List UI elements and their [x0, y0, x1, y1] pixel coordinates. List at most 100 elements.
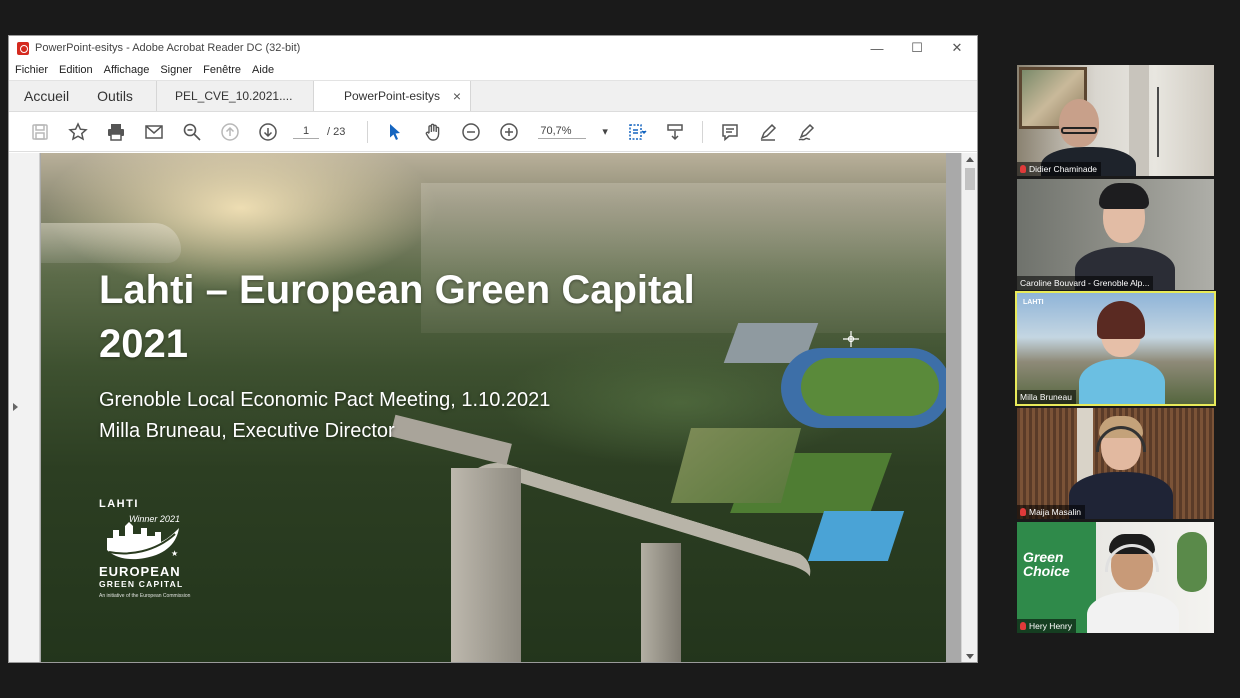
- page-number-input[interactable]: 1: [293, 125, 319, 139]
- ski-jump-pillar-graphic: [641, 543, 681, 662]
- comment-icon: [722, 123, 738, 141]
- slide-page: Lahti – European Green Capital 2021 Gren…: [41, 153, 946, 662]
- page-navigator: 1 / 23: [293, 125, 345, 139]
- menu-edition[interactable]: Edition: [59, 64, 93, 76]
- menu-affichage[interactable]: Affichage: [104, 64, 150, 76]
- expand-panel-icon[interactable]: [13, 403, 18, 411]
- participant-name: Hery Henry: [1029, 621, 1072, 631]
- scroll-down-icon[interactable]: [966, 654, 974, 659]
- close-button[interactable]: ✕: [937, 36, 977, 60]
- slide-title-line: 2021: [99, 322, 188, 367]
- participant-tile[interactable]: Maija Masalin: [1017, 408, 1214, 519]
- tab-outils[interactable]: Outils: [97, 88, 133, 104]
- lake-photo-area: [41, 223, 181, 263]
- zoom-out-button[interactable]: [452, 117, 490, 147]
- tab-bar: Accueil Outils PEL_CVE_10.2021.... Power…: [9, 80, 977, 112]
- cursor-arrow-icon: [390, 123, 401, 140]
- ski-jump-tower-graphic: [451, 468, 521, 662]
- participant-tile[interactable]: Didier Chaminade: [1017, 65, 1214, 176]
- bookmark-button[interactable]: [59, 117, 97, 147]
- menu-fenetre[interactable]: Fenêtre: [203, 64, 241, 76]
- page-view-button[interactable]: [618, 117, 656, 147]
- participant-name-tag: Didier Chaminade: [1017, 162, 1102, 176]
- minimize-button[interactable]: —: [857, 36, 897, 60]
- scroll-thumb[interactable]: [965, 168, 975, 190]
- next-page-button[interactable]: [249, 117, 287, 147]
- swimming-pool-graphic: [807, 511, 905, 561]
- save-icon: [32, 123, 48, 140]
- coat-rack: [1157, 87, 1183, 157]
- zoom-in-button[interactable]: [490, 117, 528, 147]
- window-controls: — ☐ ✕: [857, 36, 977, 60]
- muted-mic-icon: [1020, 165, 1026, 173]
- participant-head: [1059, 99, 1099, 147]
- tab-document-powerpoint-label: PowerPoint-esitys: [344, 89, 441, 103]
- print-button[interactable]: [97, 117, 135, 147]
- screen: PowerPoint-esitys - Adobe Acrobat Reader…: [0, 0, 1240, 698]
- muted-mic-icon: [1020, 622, 1026, 630]
- scroll-mode-button[interactable]: [656, 117, 694, 147]
- hand-icon: [426, 123, 440, 141]
- participant-name: Caroline Bouvard - Grenoble Alp...: [1020, 278, 1150, 288]
- logo-european: EUROPEAN: [99, 564, 181, 579]
- menu-fichier[interactable]: Fichier: [15, 64, 48, 76]
- sign-button[interactable]: [787, 117, 825, 147]
- email-button[interactable]: [135, 117, 173, 147]
- window-title: PowerPoint-esitys - Adobe Acrobat Reader…: [35, 42, 301, 54]
- acrobat-window: PowerPoint-esitys - Adobe Acrobat Reader…: [8, 35, 978, 663]
- zoom-dropdown[interactable]: 70,7% ▾: [538, 125, 608, 139]
- maximize-button[interactable]: ☐: [897, 36, 937, 60]
- tab-document-pel[interactable]: PEL_CVE_10.2021....: [157, 81, 314, 111]
- participant-name: Didier Chaminade: [1029, 164, 1098, 174]
- tab-document-powerpoint[interactable]: PowerPoint-esitys ×: [314, 81, 471, 111]
- tab-accueil[interactable]: Accueil: [24, 88, 69, 104]
- slide-subtitle-line: Grenoble Local Economic Pact Meeting, 1.…: [99, 389, 551, 411]
- tab-close-icon[interactable]: ×: [453, 88, 461, 104]
- signature-pen-icon: [798, 123, 814, 141]
- toolbar: 1 / 23 70,7% ▾: [9, 112, 977, 152]
- muted-mic-icon: [1020, 508, 1026, 516]
- search-button[interactable]: [173, 117, 211, 147]
- participant-hair: [1099, 183, 1149, 209]
- acrobat-logo-icon: [17, 41, 29, 55]
- slide-subtitle-line: Milla Bruneau, Executive Director: [99, 420, 395, 442]
- toolbar-divider: [367, 120, 369, 143]
- comment-button[interactable]: [711, 117, 749, 147]
- chevron-down-icon: ▾: [602, 126, 608, 138]
- european-green-capital-logo: LAHTI Winner 2021 ★ EUROPEAN GREEN CAPIT…: [99, 498, 209, 600]
- highlight-button[interactable]: [749, 117, 787, 147]
- menu-signer[interactable]: Signer: [160, 64, 192, 76]
- plant: [1177, 532, 1207, 592]
- arrow-up-circle-icon: [221, 122, 239, 141]
- menu-aide[interactable]: Aide: [252, 64, 274, 76]
- football-field-graphic: [801, 358, 939, 416]
- menu-bar: Fichier Edition Affichage Signer Fenêtre…: [9, 60, 977, 80]
- left-panel-rail[interactable]: [9, 153, 40, 662]
- participant-tile[interactable]: Green Choice Hery Henry: [1017, 522, 1214, 633]
- logo-footnote: An initiative of the European Commission: [99, 593, 191, 599]
- tab-document-pel-label: PEL_CVE_10.2021....: [175, 89, 293, 103]
- select-tool-button[interactable]: [376, 117, 414, 147]
- search-icon: [183, 123, 201, 141]
- vertical-scrollbar[interactable]: [961, 153, 977, 662]
- participant-name-tag: Hery Henry: [1017, 619, 1076, 633]
- slide-subtitle: Grenoble Local Economic Pact Meeting, 1.…: [99, 385, 550, 447]
- hand-tool-button[interactable]: [414, 117, 452, 147]
- participant-name-tag: Caroline Bouvard - Grenoble Alp...: [1017, 276, 1154, 290]
- star-icon: [68, 121, 88, 140]
- envelope-icon: [145, 124, 163, 139]
- logo-green-capital: GREEN CAPITAL: [99, 579, 184, 589]
- participant-tile[interactable]: Caroline Bouvard - Grenoble Alp...: [1017, 179, 1214, 290]
- participant-name: Maija Masalin: [1029, 507, 1081, 517]
- zoom-value: 70,7%: [538, 125, 587, 139]
- previous-page-button[interactable]: [211, 117, 249, 147]
- save-button[interactable]: [21, 117, 59, 147]
- participant-tile-active-speaker[interactable]: LAHTI Milla Bruneau: [1015, 291, 1216, 406]
- scroll-up-icon[interactable]: [966, 157, 974, 162]
- logo-winner: Winner 2021: [129, 514, 180, 524]
- fit-page-icon: [629, 123, 647, 140]
- participant-hair: [1097, 301, 1145, 339]
- document-viewer[interactable]: Lahti – European Green Capital 2021 Gren…: [9, 153, 977, 662]
- pen-icon: [760, 123, 776, 141]
- minus-circle-icon: [462, 122, 481, 141]
